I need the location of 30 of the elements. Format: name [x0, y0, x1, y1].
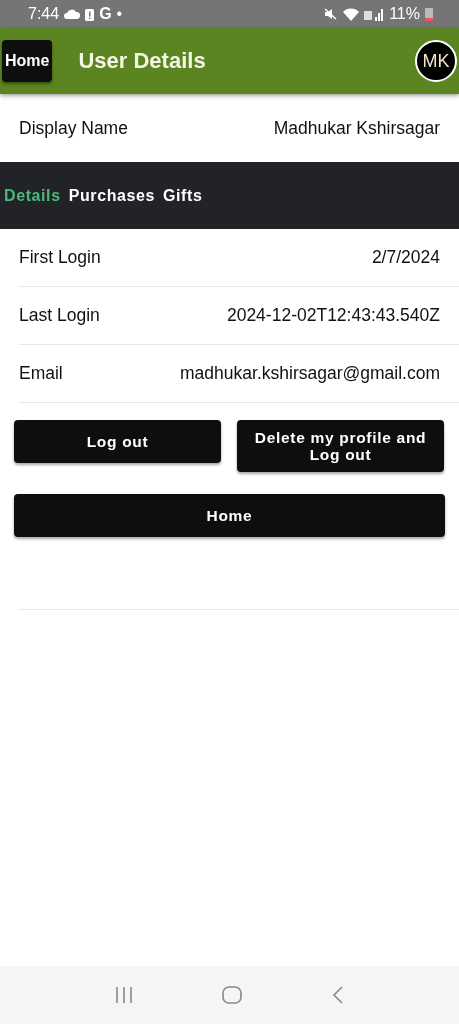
avatar[interactable]: MK — [415, 40, 457, 82]
row-label: Last Login — [19, 305, 100, 326]
row-label: First Login — [19, 247, 101, 268]
row-label: Email — [19, 363, 63, 384]
battery-alert-icon — [85, 7, 95, 21]
tab[interactable]: Gifts — [163, 186, 203, 205]
signal-icon — [364, 7, 385, 21]
recents-icon[interactable] — [114, 986, 133, 1004]
battery-icon — [425, 7, 433, 21]
back-icon[interactable] — [332, 986, 345, 1004]
row-value: 2/7/2024 — [371, 247, 440, 268]
home-button[interactable]: Home — [2, 40, 53, 82]
page-title: User Details — [78, 48, 207, 74]
row-value: Madhukar Kshirsagar — [273, 117, 440, 139]
status-letter: G — [99, 5, 112, 23]
mute-icon — [324, 8, 339, 20]
wifi-icon — [343, 7, 360, 21]
tab[interactable]: Details — [4, 186, 61, 205]
status-time: 7:44 — [28, 5, 60, 23]
logout-button[interactable]: Log out — [14, 420, 221, 463]
row-value: 2024-12-02T12:43:43.540Z — [226, 305, 440, 326]
row-value: madhukar.kshirsagar@gmail.com — [180, 363, 440, 384]
home-button[interactable]: Home — [14, 494, 445, 537]
delete-profile-button[interactable]: Delete my profile and Log out — [237, 420, 444, 472]
cloud-icon — [64, 9, 81, 19]
tab[interactable]: Purchases — [68, 186, 155, 205]
row-label: Display Name — [19, 117, 128, 139]
status-dot: • — [116, 5, 123, 23]
battery-percent: 11% — [389, 5, 420, 23]
home-icon[interactable] — [222, 986, 243, 1004]
